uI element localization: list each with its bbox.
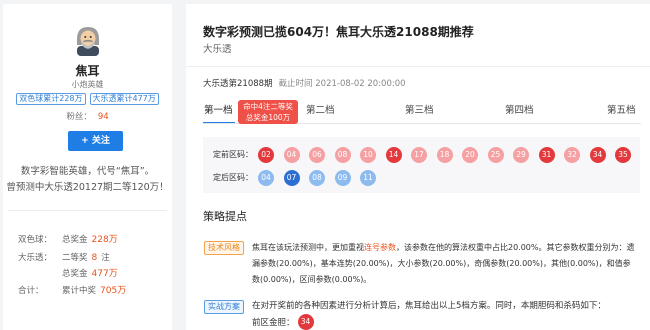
divider [186, 66, 650, 67]
front-zone-label: 定前区码： [213, 150, 253, 159]
front-number-ball: 34 [589, 147, 606, 163]
tech-text-highlight: 连号参数 [364, 243, 396, 252]
hit-badge: 命中4注二等奖 总奖金100万 [238, 100, 298, 124]
plan-text: 在对开奖前的各种因素进行分析计算后，焦耳给出以上5档方案。同时，本期胆码和杀码如… [252, 301, 606, 311]
expert-rank: 小炮英雄 [71, 80, 104, 89]
stat-row-dlt: 大乐透： 二等奖 8 注 [18, 252, 168, 264]
description-line: 曾预测中大乐透20127期二等120万！ [6, 182, 169, 193]
deadline-time: 2021-08-02 20:00:00 [315, 79, 406, 89]
stat-value: 8 [91, 253, 98, 263]
hit-badge-line: 总奖金100万 [245, 113, 291, 122]
bearded-old-man-avatar-icon [77, 27, 99, 56]
back-number-ball: 09 [334, 170, 351, 186]
hit-badge-line: 命中4注二等奖 [243, 102, 293, 111]
back-number-ball: 07 [283, 170, 300, 186]
stat-label: 大乐透： [18, 253, 53, 263]
page-title: 数字彩预测已揽604万！焦耳大乐透21088期推荐 [203, 25, 474, 39]
front-number-ball: 14 [385, 147, 402, 163]
tab-tier-5[interactable]: 第五档 [607, 105, 636, 117]
fans-number: 94 [97, 112, 109, 122]
front-number-ball: 10 [360, 147, 376, 163]
tech-style-text: 焦耳在该玩法预测中，更加重视连号参数，该参数在他的算法权重中占比20.00%。其… [252, 240, 638, 288]
stat-row-ssq: 双色球： 总奖金 228万 [18, 234, 168, 246]
front-number-ball: 29 [513, 147, 529, 163]
front-number-ball: 31 [538, 147, 555, 163]
front-number-ball: 25 [487, 147, 504, 163]
back-number-ball: 04 [258, 170, 274, 186]
stat-key: 二等奖 [62, 253, 88, 263]
tech-style-tag: 技术风格 [204, 241, 244, 255]
front-number-ball: 17 [411, 147, 427, 163]
fans-label: 粉丝： [66, 112, 92, 122]
stat-value: 705万 [100, 286, 127, 296]
stat-label: 双色球： [18, 235, 53, 245]
divider [8, 210, 167, 211]
stat-value: 477万 [91, 269, 118, 279]
back-zone-label: 定后区码： [213, 173, 253, 182]
front-gold-label: 前区金胆： [252, 318, 295, 328]
front-number-ball: 18 [436, 147, 453, 163]
lottery-type: 大乐透 [203, 44, 232, 55]
issue-info: 大乐透第21088期 截止时间 2021-08-02 20:00:00 [203, 78, 406, 90]
deadline-label: 截止时间 [278, 79, 313, 89]
stat-key: 总奖金 [62, 235, 88, 245]
avatar[interactable] [73, 24, 103, 56]
front-gold-ball: 34 [297, 314, 314, 330]
stat-label: 合计： [18, 286, 44, 296]
achievement-tags: 双色球累计228万 大乐透累计477万 [3, 93, 172, 105]
stat-key: 累计中奖 [62, 286, 97, 296]
tab-tier-4[interactable]: 第四档 [505, 105, 534, 117]
front-number-ball: 32 [564, 147, 580, 163]
front-number-ball: 08 [334, 147, 351, 163]
tab-tier-2[interactable]: 第二档 [306, 105, 335, 117]
tech-text-before: 焦耳在该玩法预测中，更加重视 [252, 243, 364, 252]
expert-description: 数字彩智能英雄，代号“焦耳”。 曾预测中大乐透20127期二等120万！ [3, 164, 172, 196]
follow-button[interactable]: + 关注 [68, 131, 123, 151]
expert-profile-card: 焦耳 小炮英雄 双色球累计228万 大乐透累计477万 粉丝： 94 + 关注 数… [3, 4, 172, 330]
strategy-heading: 策略提点 [203, 210, 247, 223]
stat-row-sum: 合计： 累计中奖 705万 [18, 285, 168, 297]
prediction-card: 数字彩预测已揽604万！焦耳大乐透21088期推荐 大乐透 大乐透第21088期… [186, 4, 650, 330]
stat-value: 228万 [91, 235, 118, 245]
front-number-ball: 06 [309, 147, 325, 163]
stat-row-dlt-total: 总奖金 477万 [18, 268, 168, 280]
description-line: 数字彩智能英雄，代号“焦耳”。 [20, 166, 155, 177]
number-panel: 定前区码： 02 04 06 08 10 14 17 18 20 25 29 31 32 34 35 定后区… [203, 137, 640, 193]
tab-tier-1[interactable]: 第一档 [203, 105, 235, 124]
tag-dlt-total: 大乐透累计477万 [89, 93, 159, 105]
plan-tag: 实战方案 [204, 300, 244, 314]
front-number-ball: 04 [283, 147, 300, 163]
tag-ssq-total: 双色球累计228万 [16, 93, 86, 105]
front-zone-numbers: 02 04 06 08 10 14 17 18 20 25 29 31 32 34 35 [258, 147, 631, 163]
tab-tier-3[interactable]: 第三档 [405, 105, 434, 117]
front-number-ball: 35 [615, 147, 631, 163]
front-gold-row: 前区金胆： 34 [252, 314, 314, 330]
fans-count: 粉丝： 94 [3, 111, 172, 123]
back-number-ball: 08 [309, 170, 325, 186]
stat-key: 总奖金 [62, 269, 88, 279]
expert-name: 焦耳 [75, 64, 100, 78]
back-number-ball: 11 [360, 170, 376, 186]
stat-unit: 注 [101, 253, 110, 263]
issue-number: 大乐透第21088期 [203, 79, 273, 89]
front-number-ball: 20 [462, 147, 478, 163]
front-number-ball: 02 [258, 147, 274, 163]
back-zone-numbers: 04 07 08 09 11 [258, 170, 376, 186]
